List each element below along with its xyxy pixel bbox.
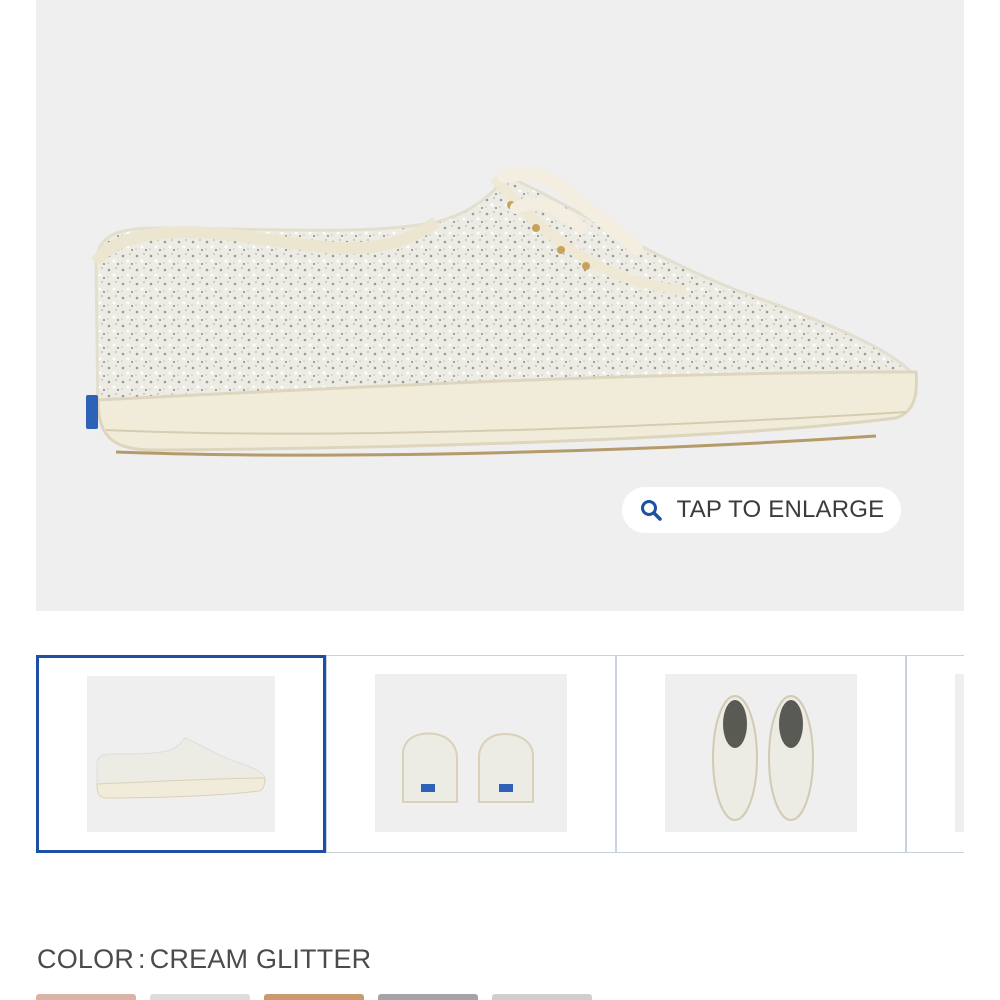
thumbnail-top-view[interactable]	[616, 655, 906, 853]
thumbnail-additional-view[interactable]	[906, 655, 964, 853]
color-swatch[interactable]	[378, 994, 478, 1000]
thumbnail-back-view[interactable]	[326, 655, 616, 853]
thumbnail-image	[87, 676, 275, 832]
color-label: COLOR	[37, 944, 135, 974]
color-value: CREAM GLITTER	[149, 944, 372, 974]
color-swatch[interactable]	[36, 994, 136, 1000]
tap-to-enlarge-label: TAP TO ENLARGE	[676, 496, 885, 523]
thumbnail-image	[375, 674, 567, 832]
color-swatch[interactable]	[492, 994, 592, 1000]
thumbnail-image	[665, 674, 857, 832]
color-separator: :	[138, 944, 146, 974]
color-swatch-row	[36, 994, 964, 1000]
color-selection-label: COLOR: CREAM GLITTER	[37, 944, 371, 975]
thumbnail-side-view[interactable]	[36, 655, 326, 853]
color-swatch[interactable]	[264, 994, 364, 1000]
color-swatch[interactable]	[150, 994, 250, 1000]
magnifier-icon	[639, 498, 663, 522]
thumbnail-image	[955, 674, 964, 832]
product-image-hero[interactable]: TAP TO ENLARGE	[36, 0, 964, 611]
thumbnail-strip	[36, 655, 964, 853]
tap-to-enlarge-button[interactable]: TAP TO ENLARGE	[622, 487, 901, 533]
